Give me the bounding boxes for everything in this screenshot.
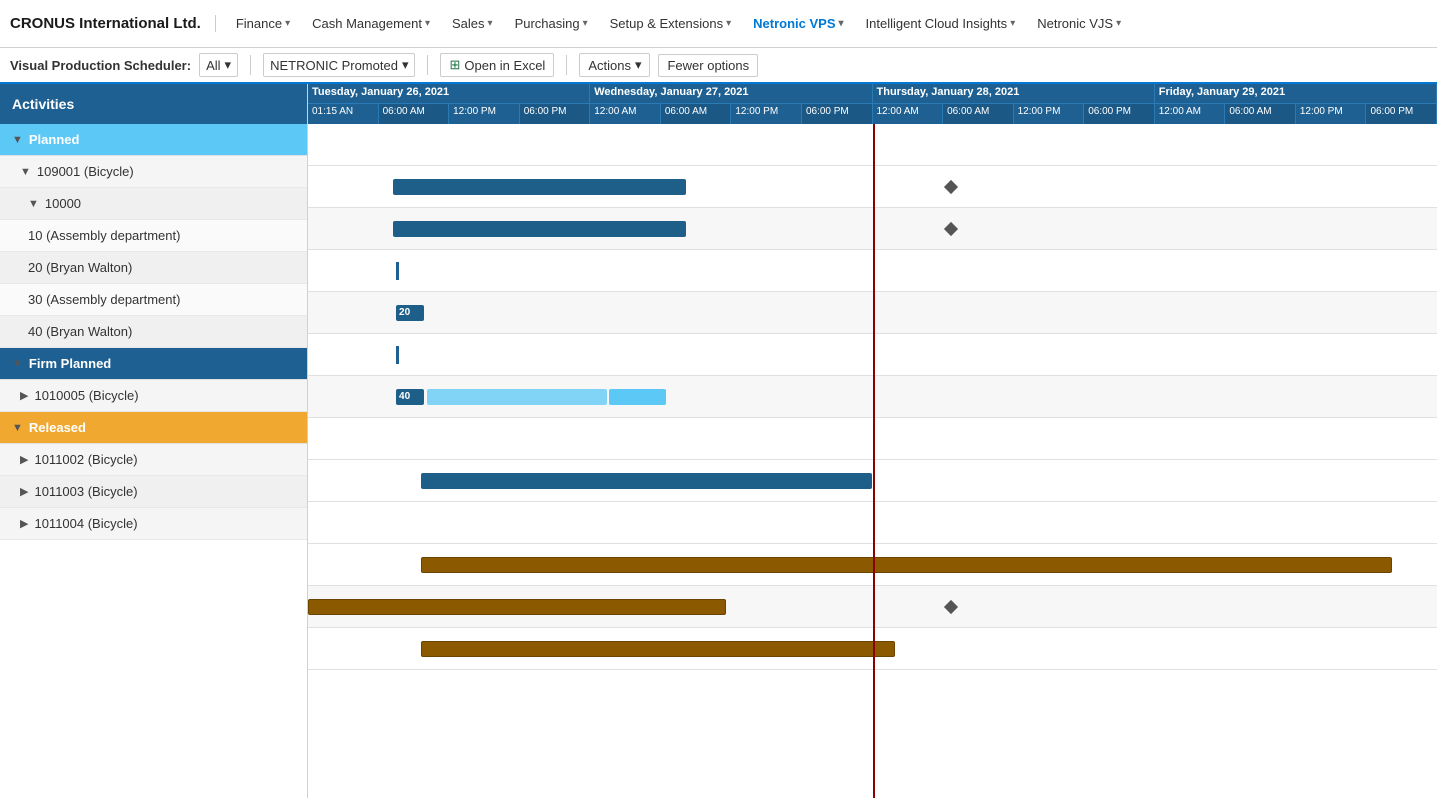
bar-40-dark[interactable]: 40 bbox=[396, 389, 424, 405]
toolbar-sep-1 bbox=[250, 55, 251, 75]
bar-10-assembly bbox=[396, 262, 399, 280]
group-firm-planned[interactable]: ▼ Firm Planned bbox=[0, 348, 307, 380]
date-wed: Wednesday, January 27, 2021 bbox=[590, 84, 872, 103]
toolbar: Visual Production Scheduler: All ▾ NETRO… bbox=[0, 48, 1437, 84]
time-thu-1: 12:00 AM bbox=[873, 104, 944, 124]
time-wed-3: 12:00 PM bbox=[731, 104, 802, 124]
bar-20-label: 20 bbox=[396, 307, 413, 318]
toolbar-sep-3 bbox=[566, 55, 567, 75]
toolbar-label: Visual Production Scheduler: bbox=[10, 58, 191, 73]
item-109001[interactable]: ▼ 109001 (Bicycle) bbox=[0, 156, 307, 188]
time-tue-4: 06:00 PM bbox=[520, 104, 591, 124]
today-line bbox=[873, 124, 875, 798]
group-released[interactable]: ▼ Released bbox=[0, 412, 307, 444]
bar-40-right[interactable] bbox=[609, 389, 665, 405]
time-tue-1: 01:15 AN bbox=[308, 104, 379, 124]
time-tue-3: 12:00 PM bbox=[449, 104, 520, 124]
nav-cash-management[interactable]: Cash Management ▾ bbox=[302, 10, 440, 37]
collapse-109001-icon: ▼ bbox=[20, 166, 31, 178]
filter-all[interactable]: All ▾ bbox=[199, 53, 238, 77]
excel-icon: ⊞ bbox=[449, 57, 460, 73]
nav-items: Finance ▾ Cash Management ▾ Sales ▾ Purc… bbox=[226, 10, 1427, 37]
expand-1011002-icon: ▶ bbox=[20, 453, 28, 466]
bar-30-assembly bbox=[396, 346, 399, 364]
top-nav: CRONUS International Ltd. Finance ▾ Cash… bbox=[0, 0, 1437, 48]
collapse-10000-icon: ▼ bbox=[28, 198, 39, 210]
date-fri: Friday, January 29, 2021 bbox=[1155, 84, 1437, 103]
item-40-bryan[interactable]: 40 (Bryan Walton) bbox=[0, 316, 307, 348]
bar-1011003[interactable] bbox=[308, 599, 726, 615]
time-thu-2: 06:00 AM bbox=[943, 104, 1014, 124]
gantt-area: Tuesday, January 26, 2021 Wednesday, Jan… bbox=[308, 84, 1437, 798]
expand-1011004-icon: ▶ bbox=[20, 517, 28, 530]
nav-setup[interactable]: Setup & Extensions ▾ bbox=[600, 10, 742, 37]
item-1011002[interactable]: ▶ 1011002 (Bicycle) bbox=[0, 444, 307, 476]
time-thu-4: 06:00 PM bbox=[1084, 104, 1155, 124]
time-row: 01:15 AN 06:00 AM 12:00 PM 06:00 PM 12:0… bbox=[308, 104, 1437, 124]
bar-10000[interactable] bbox=[393, 221, 687, 237]
toolbar-sep-2 bbox=[427, 55, 428, 75]
item-1011004[interactable]: ▶ 1011004 (Bicycle) bbox=[0, 508, 307, 540]
collapse-released-icon: ▼ bbox=[12, 422, 23, 434]
time-fri-3: 12:00 PM bbox=[1296, 104, 1367, 124]
nav-purchasing[interactable]: Purchasing ▾ bbox=[505, 10, 598, 37]
bar-109001[interactable] bbox=[393, 179, 687, 195]
time-wed-2: 06:00 AM bbox=[661, 104, 732, 124]
time-thu-3: 12:00 PM bbox=[1014, 104, 1085, 124]
gantt-body: 20 40 bbox=[308, 124, 1437, 798]
item-30-assembly[interactable]: 30 (Assembly department) bbox=[0, 284, 307, 316]
bar-1011002[interactable] bbox=[421, 557, 1392, 573]
nav-netronic-vjs[interactable]: Netronic VJS ▾ bbox=[1027, 10, 1131, 37]
date-tue: Tuesday, January 26, 2021 bbox=[308, 84, 590, 103]
filter-netronic[interactable]: NETRONIC Promoted ▾ bbox=[263, 53, 415, 77]
item-10000[interactable]: ▼ 10000 bbox=[0, 188, 307, 220]
time-fri-1: 12:00 AM bbox=[1155, 104, 1226, 124]
item-1010005[interactable]: ▶ 1010005 (Bicycle) bbox=[0, 380, 307, 412]
date-row: Tuesday, January 26, 2021 Wednesday, Jan… bbox=[308, 84, 1437, 104]
item-10-assembly[interactable]: 10 (Assembly department) bbox=[0, 220, 307, 252]
sidebar-header: Activities bbox=[0, 84, 307, 124]
open-excel-button[interactable]: ⊞ Open in Excel bbox=[440, 53, 554, 77]
actions-button[interactable]: Actions ▾ bbox=[579, 53, 650, 77]
company-name: CRONUS International Ltd. bbox=[10, 15, 216, 32]
diamond-10000 bbox=[944, 221, 958, 235]
group-planned[interactable]: ▼ Planned bbox=[0, 124, 307, 156]
nav-sales[interactable]: Sales ▾ bbox=[442, 10, 503, 37]
time-fri-4: 06:00 PM bbox=[1366, 104, 1437, 124]
diamond-109001 bbox=[944, 179, 958, 193]
bar-40-label: 40 bbox=[396, 391, 413, 402]
date-thu: Thursday, January 28, 2021 bbox=[873, 84, 1155, 103]
expand-1011003-icon: ▶ bbox=[20, 485, 28, 498]
sidebar: Activities ▼ Planned ▼ 109001 (Bicycle) … bbox=[0, 84, 308, 798]
main-content: Activities ▼ Planned ▼ 109001 (Bicycle) … bbox=[0, 84, 1437, 798]
expand-1010005-icon: ▶ bbox=[20, 389, 28, 402]
time-tue-2: 06:00 AM bbox=[379, 104, 450, 124]
collapse-firm-icon: ▼ bbox=[12, 358, 23, 370]
nav-finance[interactable]: Finance ▾ bbox=[226, 10, 300, 37]
time-fri-2: 06:00 AM bbox=[1225, 104, 1296, 124]
item-20-bryan[interactable]: 20 (Bryan Walton) bbox=[0, 252, 307, 284]
time-wed-1: 12:00 AM bbox=[590, 104, 661, 124]
collapse-planned-icon: ▼ bbox=[12, 134, 23, 146]
diamond-1011003 bbox=[944, 599, 958, 613]
item-1011003[interactable]: ▶ 1011003 (Bicycle) bbox=[0, 476, 307, 508]
bar-40-light[interactable] bbox=[427, 389, 608, 405]
nav-intelligent-cloud[interactable]: Intelligent Cloud Insights ▾ bbox=[856, 10, 1026, 37]
bar-1011004[interactable] bbox=[421, 641, 895, 657]
gantt-header: Tuesday, January 26, 2021 Wednesday, Jan… bbox=[308, 84, 1437, 124]
bar-1010005[interactable] bbox=[421, 473, 873, 489]
nav-netronic-vps[interactable]: Netronic VPS ▾ bbox=[743, 10, 853, 37]
bar-20-bryan[interactable]: 20 bbox=[396, 305, 424, 321]
fewer-options-button[interactable]: Fewer options bbox=[658, 54, 758, 77]
time-wed-4: 06:00 PM bbox=[802, 104, 873, 124]
